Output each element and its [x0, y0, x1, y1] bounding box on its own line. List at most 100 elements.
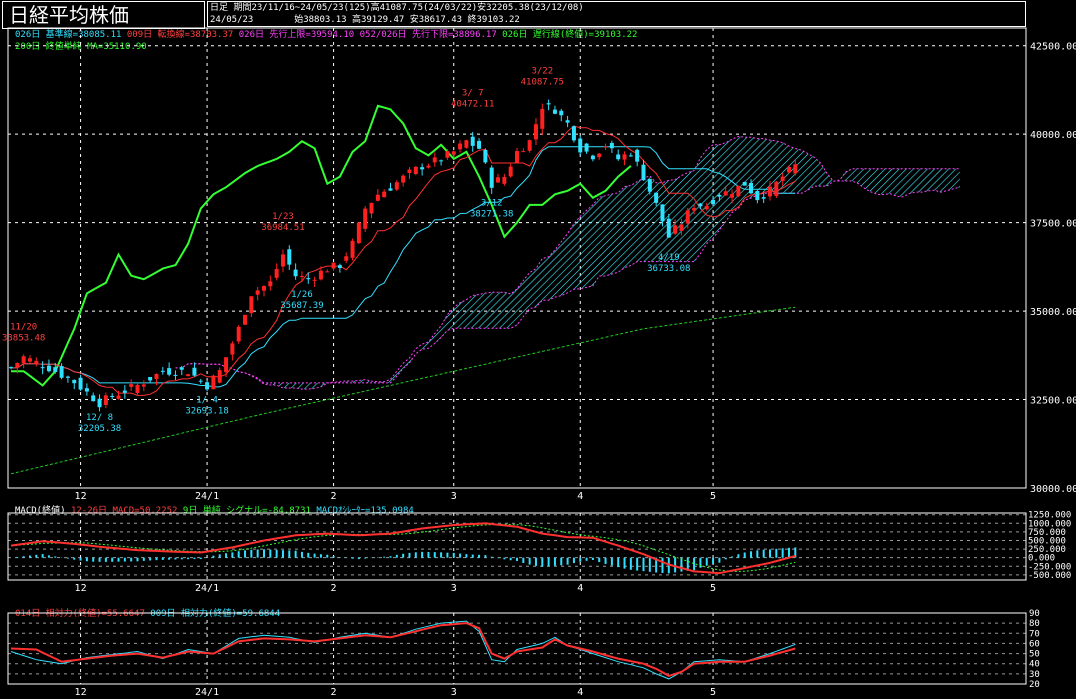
candle-body — [306, 278, 311, 280]
candle-body — [141, 384, 146, 387]
rsi-panel — [8, 612, 1026, 685]
annotation-date: 11/20 — [10, 323, 37, 333]
candle-body — [205, 382, 210, 390]
candle-body — [723, 191, 728, 196]
candle-body — [420, 167, 425, 170]
candle-body — [84, 388, 89, 392]
candle-body — [91, 395, 96, 402]
candle-body — [590, 155, 595, 160]
x-tick-label: 24/1 — [195, 583, 219, 594]
annotation-date: 1/26 — [291, 290, 313, 300]
x-tick-label: 4 — [577, 583, 583, 594]
chikou-line — [11, 104, 632, 387]
y-tick-label: 37500.00 — [1030, 219, 1076, 230]
annotation-value: 33853.48 — [2, 334, 45, 344]
candle-body — [698, 203, 703, 207]
candle-body — [774, 181, 779, 196]
candle-body — [15, 362, 20, 368]
annotation-date: 1/23 — [272, 212, 294, 222]
annotation-date: 3/22 — [531, 67, 553, 77]
candle-body — [224, 357, 229, 373]
candle-body — [559, 110, 564, 116]
indicator-lines — [10, 104, 796, 475]
candle-body — [21, 356, 26, 364]
candle-body — [458, 143, 463, 150]
annotation-value: 35687.39 — [280, 301, 323, 311]
candle-body — [293, 269, 298, 277]
candle-body — [749, 182, 754, 194]
x-tick-label: 24/1 — [195, 491, 219, 502]
rsi-tick-label: 30 — [1029, 670, 1040, 680]
x-tick-label: 12 — [75, 583, 87, 594]
candle-body — [72, 379, 77, 384]
candle-body — [730, 194, 735, 198]
candle-body — [186, 374, 191, 377]
candle-body — [394, 182, 399, 190]
candle-body — [571, 126, 576, 141]
candle-body — [337, 265, 342, 268]
candle-body — [192, 367, 197, 376]
candle-body — [755, 191, 760, 201]
candle-body — [249, 296, 254, 314]
x-tick-label: 2 — [331, 491, 337, 502]
y-tick-label: 35000.00 — [1030, 307, 1076, 318]
annotation-value: 36733.08 — [647, 264, 690, 274]
candle-body — [445, 151, 450, 158]
rsi-tick-label: 20 — [1029, 680, 1040, 690]
annotation-value: 41087.75 — [521, 78, 564, 88]
candle-body — [736, 185, 741, 196]
candle-body — [53, 367, 58, 372]
candle-body — [401, 175, 406, 183]
rsi-tick-label: 80 — [1029, 619, 1040, 629]
candle-body — [262, 286, 266, 291]
candle-body — [704, 206, 709, 210]
macd-tick-label: -500.000 — [1028, 571, 1071, 581]
stock-chart-svg: 11/2033853.48 12/ 832205.38 1/ 432693.18 1/… — [2, 27, 1076, 698]
candle-body — [546, 103, 551, 105]
annotation-value: 32693.18 — [185, 407, 228, 417]
cloud-area — [175, 136, 960, 390]
candle-body — [375, 194, 380, 201]
candle-body — [496, 177, 501, 183]
candle-body — [129, 384, 134, 387]
candle-body — [268, 281, 273, 287]
candle-body — [78, 377, 83, 390]
candle-body — [426, 165, 431, 168]
x-tick-label: 3 — [451, 687, 457, 698]
candle-body — [508, 166, 513, 177]
candle-body — [622, 154, 627, 160]
candle-body — [274, 268, 279, 278]
candle-body — [413, 166, 418, 175]
x-tick-label: 12 — [75, 687, 87, 698]
macd-panel — [8, 514, 1026, 576]
candle-body — [603, 146, 608, 148]
candle-body — [660, 204, 665, 222]
candle-body — [578, 138, 583, 153]
candle-body — [584, 143, 589, 152]
macd-line — [10, 522, 796, 575]
candle-body — [299, 276, 304, 278]
candle-body — [597, 153, 602, 158]
candle-body — [173, 374, 178, 376]
candle-body — [9, 367, 13, 369]
rsi-tick-label: 50 — [1029, 650, 1040, 660]
candle-body — [470, 136, 475, 146]
candle-body — [483, 149, 488, 163]
candle-body — [451, 151, 456, 155]
x-tick-label: 2 — [331, 583, 337, 594]
candle-body — [217, 370, 222, 383]
candle-body — [666, 218, 671, 238]
annotation-date: 1/ 4 — [196, 396, 218, 406]
candle-body — [34, 360, 39, 364]
candle-body — [369, 202, 374, 214]
candle-body — [65, 376, 70, 378]
candle-body — [236, 326, 241, 342]
candle-body — [502, 176, 507, 184]
rsi9-line — [10, 620, 796, 680]
candle-body — [27, 358, 32, 362]
candle-body — [533, 124, 538, 140]
candle-body — [116, 395, 121, 399]
annotation-date: 4/19 — [658, 253, 680, 263]
macd-panel-frame — [7, 512, 1027, 581]
candle-body — [628, 155, 633, 157]
